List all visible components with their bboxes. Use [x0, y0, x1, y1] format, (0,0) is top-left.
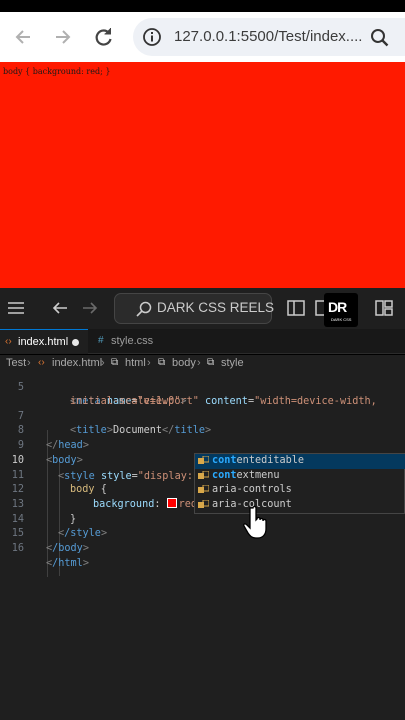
back-button[interactable]: [8, 22, 38, 52]
chevron-right-icon: ›: [27, 357, 31, 369]
code-line[interactable]: initial-scale=1.0">: [0, 380, 405, 407]
page-text: body { background: red; }: [3, 67, 111, 76]
suggestion-item[interactable]: aria-colcount: [195, 498, 405, 513]
suggestion-item[interactable]: aria-controls: [195, 483, 405, 498]
code-text: </html>: [46, 557, 89, 569]
chevron-right-icon: ›: [147, 357, 151, 369]
tab-style-css[interactable]: # style.css: [89, 329, 169, 354]
autocomplete-dropdown: contenteditable contextmenu aria-control…: [194, 453, 405, 514]
arrow-right-icon: [56, 30, 71, 44]
layout-grid-icon: [375, 300, 393, 316]
channel-logo: DR DARK CSS: [324, 293, 358, 327]
property-icon: [198, 485, 209, 493]
editor-tabs: ‹› index.html # style.css: [0, 329, 405, 354]
arrow-left-icon: [52, 302, 67, 314]
element-icon: ⧉: [158, 357, 166, 368]
nav-forward-button[interactable]: [78, 296, 102, 320]
command-center-label: DARK CSS REELS: [157, 300, 275, 315]
hand-cursor-icon: [243, 505, 267, 539]
breadcrumb-item[interactable]: body: [172, 357, 196, 369]
arrow-right-icon: [83, 302, 98, 314]
code-line[interactable]: 9 <body>: [0, 424, 405, 466]
suggestion-item[interactable]: contenteditable: [195, 454, 405, 469]
code-text: </body>: [46, 543, 89, 554]
breadcrumb: Test › ‹› index.html › ⧉ html › ⧉ body ›…: [0, 355, 405, 372]
tab-index-html[interactable]: ‹› index.html: [0, 329, 88, 354]
code-line[interactable]: 8 </head>: [0, 410, 405, 451]
customize-layout-button[interactable]: [372, 296, 396, 320]
forward-button[interactable]: [48, 22, 78, 52]
chevron-right-icon: ›: [197, 357, 201, 369]
css-file-icon: #: [98, 335, 104, 346]
property-icon: [198, 456, 209, 464]
code-line[interactable]: 16 </html>: [0, 527, 405, 569]
command-center[interactable]: DARK CSS REELS: [114, 293, 275, 324]
tab-label: style.css: [111, 335, 154, 347]
chevron-right-icon: ›: [101, 357, 105, 369]
tab-label: index.html: [18, 336, 69, 348]
site-info-icon[interactable]: [141, 26, 163, 48]
nav-back-button[interactable]: [48, 296, 72, 320]
suggestion-item[interactable]: contextmenu: [195, 469, 405, 484]
browser-toolbar: 127.0.0.1:5500/Test/index....: [0, 12, 405, 62]
unsaved-dot-icon[interactable]: [72, 339, 79, 346]
logo-subtext: DARK CSS: [331, 317, 352, 322]
hamburger-menu-icon: [8, 302, 24, 314]
reload-icon: [95, 28, 112, 46]
breadcrumb-item[interactable]: Test: [6, 357, 26, 369]
code-editor[interactable]: 5 <meta name="viewport" content="width=d…: [0, 372, 405, 720]
url-text[interactable]: 127.0.0.1:5500/Test/index....: [174, 28, 362, 45]
toggle-sidebar-button[interactable]: [284, 296, 308, 320]
html-file-icon: ‹›: [38, 357, 45, 368]
breadcrumb-item[interactable]: index.html: [52, 357, 102, 369]
element-icon: ⧉: [207, 357, 215, 368]
breadcrumb-item[interactable]: html: [125, 357, 146, 369]
property-icon: [198, 499, 209, 508]
search-icon[interactable]: [369, 27, 391, 49]
code-line[interactable]: 7 <title>Document</title>: [0, 395, 405, 437]
search-icon: [136, 301, 152, 317]
logo-text: DR: [328, 299, 347, 315]
element-icon: ⧉: [111, 357, 119, 368]
arrow-left-icon: [15, 30, 30, 44]
menu-button[interactable]: [4, 296, 28, 320]
breadcrumb-item[interactable]: style: [221, 357, 244, 369]
vscode-title-bar: DARK CSS REELS DR DARK CSS: [0, 288, 405, 329]
code-line[interactable]: 15 </body>: [0, 513, 405, 554]
sidebar-layout-icon: [287, 300, 305, 316]
html-file-icon: ‹›: [5, 336, 12, 347]
property-icon: [198, 470, 209, 479]
rendered-page: body { background: red; }: [0, 62, 405, 288]
code-line-current[interactable]: 10 <style style="display: block;" cont: [0, 439, 405, 482]
reload-button[interactable]: [88, 22, 118, 52]
address-bar[interactable]: 127.0.0.1:5500/Test/index....: [133, 18, 405, 56]
line-number: 16: [11, 543, 24, 554]
